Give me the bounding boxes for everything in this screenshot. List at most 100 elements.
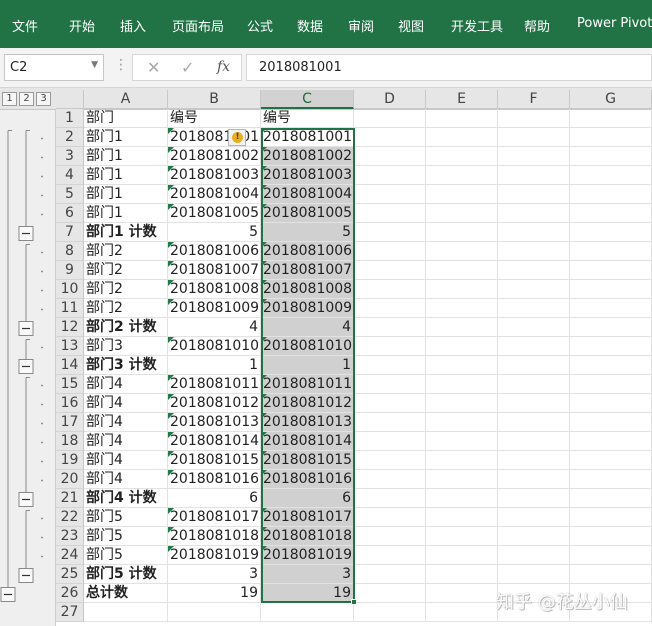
- empty-cell[interactable]: [426, 432, 498, 451]
- empty-cell[interactable]: [426, 337, 498, 356]
- column-header[interactable]: C: [261, 90, 354, 109]
- collapse-group-button[interactable]: [18, 568, 34, 583]
- cell-b15[interactable]: 2018081011: [168, 375, 261, 394]
- cell-a5[interactable]: 部门1: [84, 185, 168, 204]
- empty-cell[interactable]: [354, 299, 426, 318]
- cell-a25[interactable]: 部门5 计数: [84, 565, 168, 584]
- cell-c22[interactable]: 2018081017: [261, 508, 354, 527]
- empty-cell[interactable]: [426, 299, 498, 318]
- empty-cell[interactable]: [426, 527, 498, 546]
- empty-cell[interactable]: [426, 584, 498, 603]
- empty-cell[interactable]: [498, 337, 570, 356]
- cell-c13[interactable]: 2018081010: [261, 337, 354, 356]
- empty-cell[interactable]: [426, 223, 498, 242]
- cell-b26[interactable]: 19: [168, 584, 261, 603]
- empty-cell[interactable]: [570, 489, 652, 508]
- cell-a23[interactable]: 部门5: [84, 527, 168, 546]
- empty-cell[interactable]: [498, 299, 570, 318]
- name-box[interactable]: C2 ▼: [4, 54, 104, 81]
- row-header[interactable]: 20: [56, 470, 84, 489]
- cell-b5[interactable]: 2018081004: [168, 185, 261, 204]
- column-header[interactable]: G: [570, 90, 652, 109]
- cell-a14[interactable]: 部门3 计数: [84, 356, 168, 375]
- row-header[interactable]: 9: [56, 261, 84, 280]
- ribbon-tab[interactable]: 页面布局: [172, 16, 224, 35]
- ribbon-tab[interactable]: 公式: [247, 16, 273, 35]
- cell-b23[interactable]: 2018081018: [168, 527, 261, 546]
- empty-cell[interactable]: [354, 394, 426, 413]
- empty-cell[interactable]: [498, 375, 570, 394]
- cell-b3[interactable]: 2018081002: [168, 147, 261, 166]
- empty-cell[interactable]: [426, 280, 498, 299]
- empty-cell[interactable]: [498, 470, 570, 489]
- cell-a22[interactable]: 部门5: [84, 508, 168, 527]
- empty-cell[interactable]: [570, 375, 652, 394]
- row-header[interactable]: 8: [56, 242, 84, 261]
- empty-cell[interactable]: [498, 489, 570, 508]
- empty-cell[interactable]: [498, 147, 570, 166]
- row-header[interactable]: 2: [56, 128, 84, 147]
- empty-cell[interactable]: [354, 603, 426, 622]
- empty-cell[interactable]: [354, 565, 426, 584]
- empty-cell[interactable]: [426, 565, 498, 584]
- row-header[interactable]: 14: [56, 356, 84, 375]
- cell-b16[interactable]: 2018081012: [168, 394, 261, 413]
- empty-cell[interactable]: [426, 147, 498, 166]
- collapse-group-button[interactable]: [18, 359, 34, 374]
- cell-c21[interactable]: 6: [261, 489, 354, 508]
- cell-b13[interactable]: 2018081010: [168, 337, 261, 356]
- row-header[interactable]: 10: [56, 280, 84, 299]
- empty-cell[interactable]: [570, 261, 652, 280]
- empty-cell[interactable]: [426, 242, 498, 261]
- cell-a15[interactable]: 部门4: [84, 375, 168, 394]
- empty-cell[interactable]: [498, 394, 570, 413]
- cell-c6[interactable]: 2018081005: [261, 204, 354, 223]
- empty-cell[interactable]: [354, 508, 426, 527]
- cell-a18[interactable]: 部门4: [84, 432, 168, 451]
- empty-cell[interactable]: [570, 185, 652, 204]
- empty-cell[interactable]: [354, 204, 426, 223]
- empty-cell[interactable]: [570, 147, 652, 166]
- collapse-group-button[interactable]: [18, 321, 34, 336]
- empty-cell[interactable]: [354, 489, 426, 508]
- empty-cell[interactable]: [498, 527, 570, 546]
- ribbon-tab[interactable]: 数据: [297, 16, 323, 35]
- cell-b17[interactable]: 2018081013: [168, 413, 261, 432]
- cell-c5[interactable]: 2018081004: [261, 185, 354, 204]
- column-header[interactable]: B: [168, 90, 261, 109]
- empty-cell[interactable]: [354, 527, 426, 546]
- error-check-button[interactable]: !: [228, 129, 246, 146]
- cell-c1[interactable]: 编号: [261, 109, 354, 128]
- row-header[interactable]: 15: [56, 375, 84, 394]
- cell-c12[interactable]: 4: [261, 318, 354, 337]
- cell-c27[interactable]: [261, 603, 354, 622]
- empty-cell[interactable]: [426, 546, 498, 565]
- outline-level-button[interactable]: 1: [2, 92, 17, 106]
- cell-c25[interactable]: 3: [261, 565, 354, 584]
- ribbon-tab[interactable]: 开发工具: [451, 16, 503, 35]
- cell-c10[interactable]: 2018081008: [261, 280, 354, 299]
- cell-b22[interactable]: 2018081017: [168, 508, 261, 527]
- fill-handle[interactable]: [351, 599, 357, 605]
- empty-cell[interactable]: [426, 356, 498, 375]
- empty-cell[interactable]: [426, 413, 498, 432]
- cell-b18[interactable]: 2018081014: [168, 432, 261, 451]
- empty-cell[interactable]: [426, 261, 498, 280]
- empty-cell[interactable]: [570, 451, 652, 470]
- cell-a13[interactable]: 部门3: [84, 337, 168, 356]
- ribbon-tab[interactable]: 插入: [120, 16, 146, 35]
- cell-b2[interactable]: 2018081001: [168, 128, 261, 147]
- row-header[interactable]: 5: [56, 185, 84, 204]
- empty-cell[interactable]: [498, 432, 570, 451]
- cell-a4[interactable]: 部门1: [84, 166, 168, 185]
- empty-cell[interactable]: [426, 603, 498, 622]
- column-header[interactable]: E: [426, 90, 498, 109]
- empty-cell[interactable]: [570, 318, 652, 337]
- empty-cell[interactable]: [570, 204, 652, 223]
- cell-b10[interactable]: 2018081008: [168, 280, 261, 299]
- cell-b11[interactable]: 2018081009: [168, 299, 261, 318]
- cell-c19[interactable]: 2018081015: [261, 451, 354, 470]
- empty-cell[interactable]: [570, 109, 652, 128]
- row-header[interactable]: 26: [56, 584, 84, 603]
- ribbon-tab[interactable]: 帮助: [524, 16, 550, 35]
